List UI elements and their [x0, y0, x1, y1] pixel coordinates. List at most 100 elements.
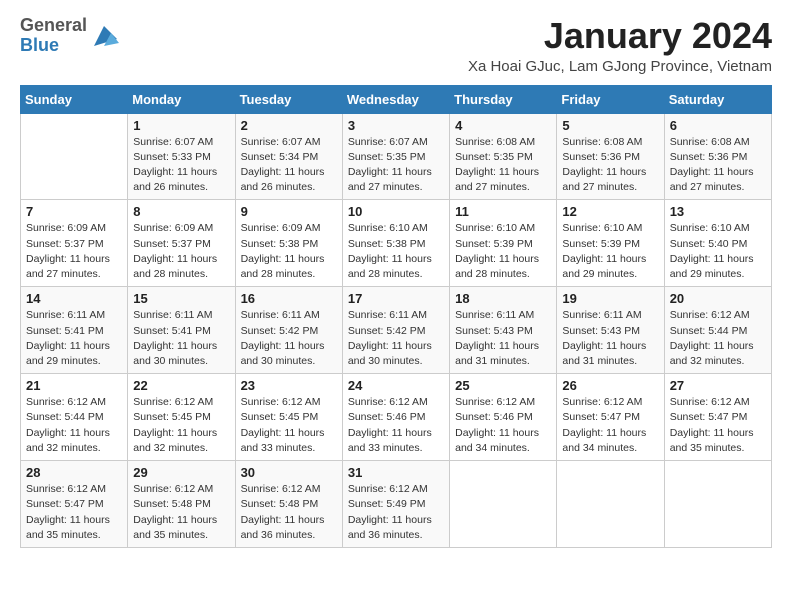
logo: General Blue	[20, 16, 119, 56]
calendar-week-2: 7 Sunrise: 6:09 AM Sunset: 5:37 PM Daylig…	[21, 200, 772, 287]
day-info: Sunrise: 6:07 AM Sunset: 5:34 PM Dayligh…	[241, 135, 337, 196]
day-number: 2	[241, 118, 337, 133]
calendar-cell: 30 Sunrise: 6:12 AM Sunset: 5:48 PM Dayli…	[235, 461, 342, 548]
calendar-cell: 28Sunrise: 6:12 AM Sunset: 5:47 PM Dayli…	[21, 461, 128, 548]
logo-general: General	[20, 15, 87, 35]
weekday-header-tuesday: Tuesday	[235, 85, 342, 113]
calendar-cell: 15 Sunrise: 6:11 AM Sunset: 5:41 PM Dayli…	[128, 287, 235, 374]
calendar-cell: 24Sunrise: 6:12 AM Sunset: 5:46 PM Dayli…	[342, 374, 449, 461]
day-info: Sunrise: 6:10 AM Sunset: 5:39 PM Dayligh…	[562, 221, 658, 282]
day-info: Sunrise: 6:11 AM Sunset: 5:43 PM Dayligh…	[455, 308, 551, 369]
day-number: 23	[241, 378, 337, 393]
calendar-cell: 26 Sunrise: 6:12 AM Sunset: 5:47 PM Dayli…	[557, 374, 664, 461]
day-number: 5	[562, 118, 658, 133]
logo-blue: Blue	[20, 35, 59, 55]
calendar-cell: 4 Sunrise: 6:08 AM Sunset: 5:35 PM Daylig…	[450, 113, 557, 200]
calendar-cell: 10 Sunrise: 6:10 AM Sunset: 5:38 PM Dayli…	[342, 200, 449, 287]
day-number: 27	[670, 378, 766, 393]
calendar-cell: 14 Sunrise: 6:11 AM Sunset: 5:41 PM Dayli…	[21, 287, 128, 374]
day-number: 8	[133, 204, 229, 219]
day-number: 4	[455, 118, 551, 133]
day-info: Sunrise: 6:10 AM Sunset: 5:40 PM Dayligh…	[670, 221, 766, 282]
calendar-cell: 16 Sunrise: 6:11 AM Sunset: 5:42 PM Dayli…	[235, 287, 342, 374]
day-info: Sunrise: 6:11 AM Sunset: 5:42 PM Dayligh…	[348, 308, 444, 369]
day-info: Sunrise: 6:08 AM Sunset: 5:36 PM Dayligh…	[670, 135, 766, 196]
day-info: Sunrise: 6:11 AM Sunset: 5:41 PM Dayligh…	[26, 308, 122, 369]
day-number: 22	[133, 378, 229, 393]
day-number: 19	[562, 291, 658, 306]
day-info: Sunrise: 6:10 AM Sunset: 5:38 PM Dayligh…	[348, 221, 444, 282]
day-number: 25	[455, 378, 551, 393]
day-number: 11	[455, 204, 551, 219]
calendar-cell: 1Sunrise: 6:07 AM Sunset: 5:33 PM Daylig…	[128, 113, 235, 200]
day-number: 3	[348, 118, 444, 133]
day-info: Sunrise: 6:11 AM Sunset: 5:42 PM Dayligh…	[241, 308, 337, 369]
weekday-header-row: SundayMondayTuesdayWednesdayThursdayFrid…	[21, 85, 772, 113]
calendar-week-1: 1Sunrise: 6:07 AM Sunset: 5:33 PM Daylig…	[21, 113, 772, 200]
day-info: Sunrise: 6:08 AM Sunset: 5:35 PM Dayligh…	[455, 135, 551, 196]
weekday-header-saturday: Saturday	[664, 85, 771, 113]
calendar-cell: 2 Sunrise: 6:07 AM Sunset: 5:34 PM Daylig…	[235, 113, 342, 200]
weekday-header-sunday: Sunday	[21, 85, 128, 113]
day-number: 15	[133, 291, 229, 306]
day-number: 26	[562, 378, 658, 393]
calendar-cell: 11 Sunrise: 6:10 AM Sunset: 5:39 PM Dayli…	[450, 200, 557, 287]
main-title: January 2024	[468, 16, 772, 56]
day-info: Sunrise: 6:09 AM Sunset: 5:37 PM Dayligh…	[26, 221, 122, 282]
day-number: 7	[26, 204, 122, 219]
day-info: Sunrise: 6:12 AM Sunset: 5:45 PM Dayligh…	[241, 395, 337, 456]
calendar-cell: 25 Sunrise: 6:12 AM Sunset: 5:46 PM Dayli…	[450, 374, 557, 461]
calendar-cell: 20 Sunrise: 6:12 AM Sunset: 5:44 PM Dayli…	[664, 287, 771, 374]
calendar-table: SundayMondayTuesdayWednesdayThursdayFrid…	[20, 85, 772, 548]
calendar-cell: 17 Sunrise: 6:11 AM Sunset: 5:42 PM Dayli…	[342, 287, 449, 374]
calendar-week-4: 21Sunrise: 6:12 AM Sunset: 5:44 PM Dayli…	[21, 374, 772, 461]
day-number: 20	[670, 291, 766, 306]
calendar-cell	[664, 461, 771, 548]
day-number: 9	[241, 204, 337, 219]
calendar-cell: 23 Sunrise: 6:12 AM Sunset: 5:45 PM Dayli…	[235, 374, 342, 461]
day-info: Sunrise: 6:10 AM Sunset: 5:39 PM Dayligh…	[455, 221, 551, 282]
day-info: Sunrise: 6:07 AM Sunset: 5:35 PM Dayligh…	[348, 135, 444, 196]
title-section: January 2024 Xa Hoai GJuc, Lam GJong Pro…	[468, 16, 772, 75]
day-info: Sunrise: 6:09 AM Sunset: 5:37 PM Dayligh…	[133, 221, 229, 282]
calendar-cell: 5 Sunrise: 6:08 AM Sunset: 5:36 PM Daylig…	[557, 113, 664, 200]
day-info: Sunrise: 6:12 AM Sunset: 5:48 PM Dayligh…	[133, 482, 229, 543]
day-number: 31	[348, 465, 444, 480]
day-info: Sunrise: 6:08 AM Sunset: 5:36 PM Dayligh…	[562, 135, 658, 196]
day-number: 18	[455, 291, 551, 306]
day-info: Sunrise: 6:09 AM Sunset: 5:38 PM Dayligh…	[241, 221, 337, 282]
calendar-cell: 29Sunrise: 6:12 AM Sunset: 5:48 PM Dayli…	[128, 461, 235, 548]
calendar-cell: 7 Sunrise: 6:09 AM Sunset: 5:37 PM Daylig…	[21, 200, 128, 287]
calendar-cell: 13 Sunrise: 6:10 AM Sunset: 5:40 PM Dayli…	[664, 200, 771, 287]
day-number: 16	[241, 291, 337, 306]
calendar-cell: 19Sunrise: 6:11 AM Sunset: 5:43 PM Dayli…	[557, 287, 664, 374]
day-number: 12	[562, 204, 658, 219]
day-info: Sunrise: 6:12 AM Sunset: 5:46 PM Dayligh…	[455, 395, 551, 456]
calendar-cell: 31Sunrise: 6:12 AM Sunset: 5:49 PM Dayli…	[342, 461, 449, 548]
day-info: Sunrise: 6:12 AM Sunset: 5:48 PM Dayligh…	[241, 482, 337, 543]
day-info: Sunrise: 6:12 AM Sunset: 5:47 PM Dayligh…	[26, 482, 122, 543]
day-number: 24	[348, 378, 444, 393]
day-number: 10	[348, 204, 444, 219]
calendar-cell: 12 Sunrise: 6:10 AM Sunset: 5:39 PM Dayli…	[557, 200, 664, 287]
page-header: General Blue January 2024 Xa Hoai GJuc, …	[20, 16, 772, 75]
weekday-header-friday: Friday	[557, 85, 664, 113]
day-info: Sunrise: 6:12 AM Sunset: 5:44 PM Dayligh…	[670, 308, 766, 369]
day-info: Sunrise: 6:11 AM Sunset: 5:41 PM Dayligh…	[133, 308, 229, 369]
day-number: 30	[241, 465, 337, 480]
calendar-cell: 8 Sunrise: 6:09 AM Sunset: 5:37 PM Daylig…	[128, 200, 235, 287]
weekday-header-wednesday: Wednesday	[342, 85, 449, 113]
calendar-body: 1Sunrise: 6:07 AM Sunset: 5:33 PM Daylig…	[21, 113, 772, 547]
day-info: Sunrise: 6:07 AM Sunset: 5:33 PM Dayligh…	[133, 135, 229, 196]
calendar-cell: 18 Sunrise: 6:11 AM Sunset: 5:43 PM Dayli…	[450, 287, 557, 374]
day-number: 6	[670, 118, 766, 133]
day-number: 17	[348, 291, 444, 306]
calendar-cell	[450, 461, 557, 548]
calendar-cell: 6 Sunrise: 6:08 AM Sunset: 5:36 PM Daylig…	[664, 113, 771, 200]
day-number: 14	[26, 291, 122, 306]
day-number: 21	[26, 378, 122, 393]
calendar-cell	[557, 461, 664, 548]
subtitle: Xa Hoai GJuc, Lam GJong Province, Vietna…	[468, 58, 772, 75]
day-info: Sunrise: 6:12 AM Sunset: 5:47 PM Dayligh…	[562, 395, 658, 456]
day-number: 13	[670, 204, 766, 219]
